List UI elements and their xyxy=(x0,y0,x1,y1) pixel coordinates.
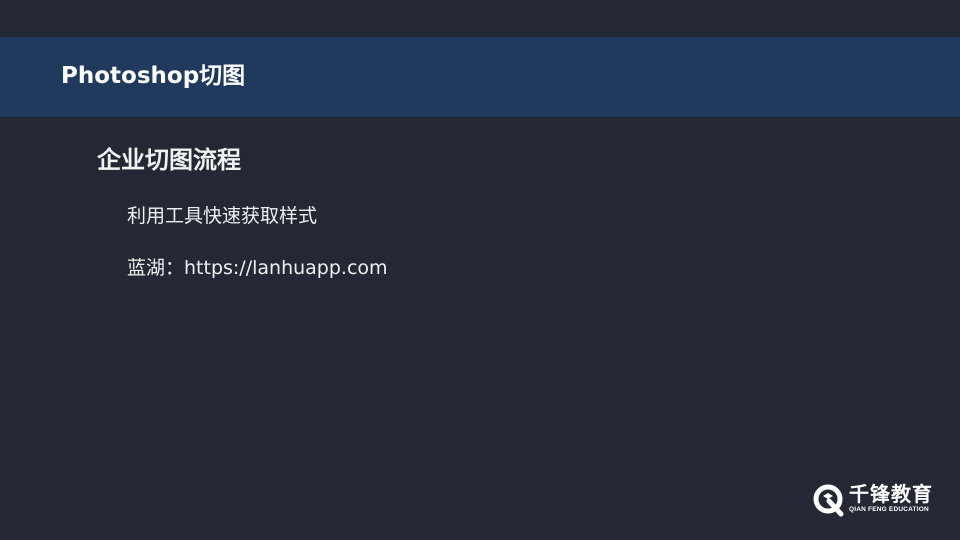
slide: Photoshop切图 企业切图流程 利用工具快速获取样式 蓝湖：https:/… xyxy=(0,0,960,540)
qianfeng-logo-icon xyxy=(813,484,844,517)
qianfeng-logo: 千锋教育 QIAN FENG EDUCATION xyxy=(812,482,936,518)
bullet-item-link: 蓝湖：https://lanhuapp.com xyxy=(127,257,388,279)
logo-name-cn: 千锋教育 xyxy=(849,482,933,506)
logo-name-en: QIAN FENG EDUCATION xyxy=(849,506,929,513)
section-heading: 企业切图流程 xyxy=(97,146,241,174)
bullet-item: 利用工具快速获取样式 xyxy=(127,205,318,227)
slide-title: Photoshop切图 xyxy=(61,63,246,89)
